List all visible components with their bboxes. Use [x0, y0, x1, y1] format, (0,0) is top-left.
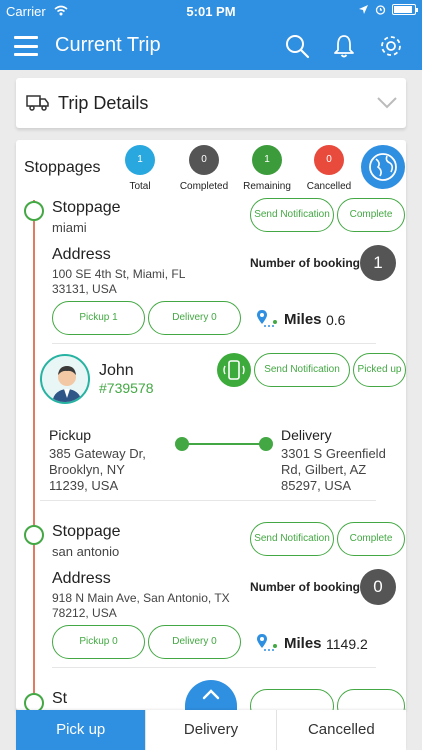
total-label: Total — [129, 181, 151, 192]
bottom-tabs: Pick up Delivery Cancelled — [16, 710, 406, 750]
trip-details-card[interactable]: Trip Details — [16, 78, 406, 128]
user-avatar-icon — [52, 366, 82, 402]
stoppage-city: miami — [52, 220, 87, 235]
address-line-1: 100 SE 4th St, Miami, FL — [52, 267, 186, 281]
bell-icon[interactable] — [331, 33, 357, 59]
stat-cancelled: 0 Cancelled — [294, 145, 364, 192]
pickup-address-line-2: Brooklyn, NY — [49, 462, 125, 477]
booking-count-label: Number of booking — [250, 580, 360, 594]
pickup-label: Pickup — [49, 427, 92, 443]
gear-icon[interactable] — [378, 33, 404, 59]
stat-remaining: 1 Remaining — [232, 145, 302, 192]
pickup-count-button[interactable]: Pickup 0 — [52, 625, 145, 659]
search-icon[interactable] — [284, 33, 310, 59]
miles-label: Miles — [284, 311, 322, 328]
stoppages-title: Stoppages — [24, 159, 101, 176]
route-distance-icon — [257, 634, 277, 651]
truck-icon — [26, 95, 49, 111]
nav-bar: Current Trip — [0, 22, 422, 70]
remaining-count: 1 — [252, 145, 282, 175]
expand-sheet-button[interactable] — [185, 680, 237, 710]
pickup-address-line-3: 11239, USA — [49, 478, 119, 493]
menu-icon[interactable] — [14, 36, 38, 56]
total-count: 1 — [125, 145, 155, 175]
tab-delivery[interactable]: Delivery — [145, 710, 275, 750]
booking-count-badge: 0 — [360, 569, 396, 605]
phone-icon — [223, 360, 245, 380]
complete-button[interactable]: Complete — [337, 198, 405, 232]
delivery-address-line-2: Rd, Gilbert, AZ — [281, 462, 367, 477]
location-arrow-icon — [359, 5, 368, 14]
cancelled-label: Cancelled — [306, 181, 352, 192]
stat-total: 1 Total — [105, 145, 175, 192]
avatar — [40, 354, 90, 404]
pickup-count-button[interactable]: Pickup 1 — [52, 301, 145, 335]
completed-count: 0 — [189, 145, 219, 175]
complete-button[interactable] — [337, 689, 405, 710]
call-button[interactable] — [217, 353, 251, 387]
miles-label: Miles — [284, 635, 322, 652]
stoppages-panel: Stoppages 1 Total 0 Completed 1 Remainin… — [16, 140, 406, 710]
send-notification-button[interactable]: Send Notification — [250, 198, 334, 232]
divider — [52, 667, 376, 668]
miles-value: 1149.2 — [326, 636, 368, 652]
trip-details-label: Trip Details — [58, 93, 149, 113]
completed-label: Completed — [179, 181, 229, 192]
stoppage-heading: Stoppage — [52, 199, 121, 216]
stoppages-header: Stoppages 1 Total 0 Completed 1 Remainin… — [16, 140, 406, 196]
stoppage-heading: St — [52, 690, 68, 707]
route-distance-icon — [257, 310, 277, 327]
divider — [40, 500, 376, 501]
tab-cancelled[interactable]: Cancelled — [275, 710, 406, 750]
globe-icon — [369, 153, 397, 181]
route-connector — [175, 437, 273, 451]
chevron-down-icon[interactable] — [376, 92, 398, 112]
stoppage-marker — [24, 201, 44, 221]
divider — [52, 343, 376, 344]
pickup-address-line-1: 385 Gateway Dr, — [49, 446, 146, 461]
status-bar: Carrier 5:01 PM — [0, 0, 422, 22]
timeline-line — [33, 200, 35, 710]
map-view-button[interactable] — [361, 145, 405, 189]
address-line-2: 33131, USA — [52, 282, 117, 296]
customer-send-notification-button[interactable]: Send Notification — [254, 353, 350, 387]
delivery-address-line-3: 85297, USA — [281, 478, 352, 493]
address-label: Address — [52, 570, 111, 587]
customer-name: John — [99, 362, 134, 379]
stoppage-marker — [24, 693, 44, 710]
address-label: Address — [52, 246, 111, 263]
delivery-address-line-1: 3301 S Greenfield — [281, 446, 386, 461]
remaining-label: Remaining — [243, 181, 291, 192]
address-line-2: 78212, USA — [52, 606, 117, 620]
booking-id: #739578 — [99, 380, 154, 396]
page-title: Current Trip — [55, 34, 161, 56]
booking-count-label: Number of booking — [250, 256, 360, 270]
stoppage-city: san antonio — [52, 544, 120, 559]
miles-value: 0.6 — [326, 312, 346, 328]
delivery-count-button[interactable]: Delivery 0 — [148, 625, 241, 659]
delivery-label: Delivery — [281, 427, 332, 443]
send-notification-button[interactable]: Send Notification — [250, 522, 334, 556]
tab-pick-up[interactable]: Pick up — [16, 710, 146, 750]
address-line-1: 918 N Main Ave, San Antonio, TX — [52, 591, 230, 605]
stoppage-marker — [24, 525, 44, 545]
alarm-icon — [375, 5, 386, 15]
cancelled-count: 0 — [314, 145, 344, 175]
picked-up-button[interactable]: Picked up — [353, 353, 406, 387]
battery-icon — [392, 4, 418, 15]
booking-count-badge: 1 — [360, 245, 396, 281]
chevron-up-icon — [202, 689, 220, 700]
delivery-count-button[interactable]: Delivery 0 — [148, 301, 241, 335]
complete-button[interactable]: Complete — [337, 522, 405, 556]
stoppage-heading: Stoppage — [52, 523, 121, 540]
stat-completed: 0 Completed — [169, 145, 239, 192]
send-notification-button[interactable] — [250, 689, 334, 710]
